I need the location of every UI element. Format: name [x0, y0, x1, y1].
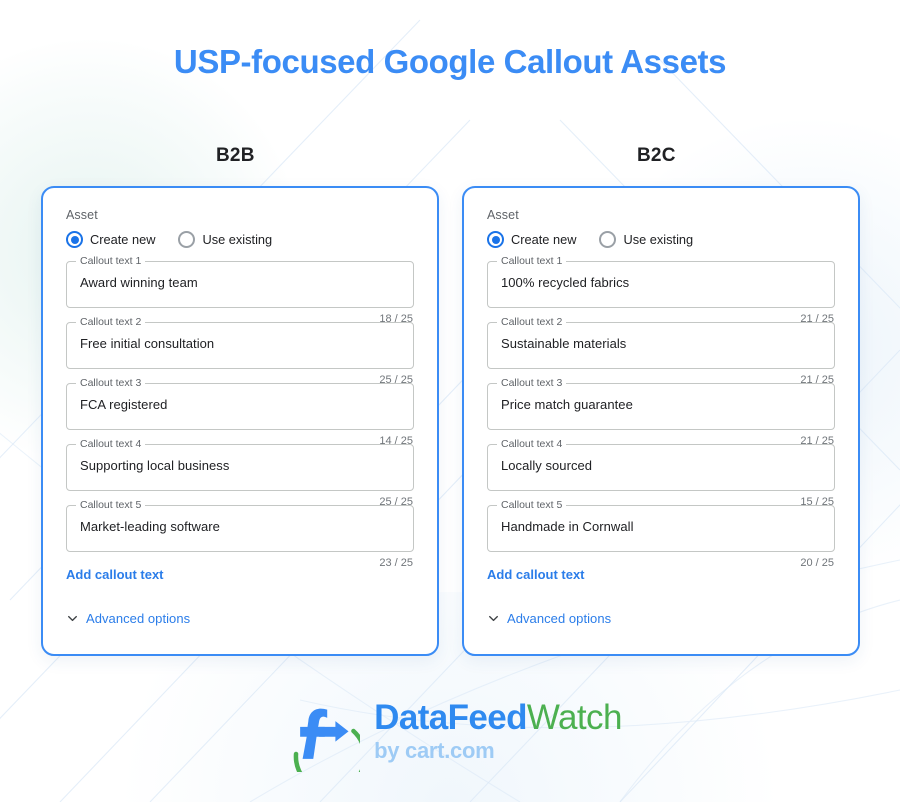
field-label: Callout text 1	[497, 255, 567, 268]
datafeedwatch-logo-icon	[293, 708, 361, 772]
radio-unselected-icon	[178, 231, 196, 248]
radio-create-new[interactable]: Create new	[66, 231, 155, 248]
callout-text-field-2[interactable]: Callout text 2 Free initial consultation	[66, 316, 414, 369]
field-label: Callout text 2	[76, 316, 146, 329]
page-root: USP-focused Google Callout Assets B2B B2…	[0, 0, 900, 802]
field-value: Sustainable materials	[501, 336, 627, 351]
advanced-options-toggle[interactable]: Advanced options	[66, 611, 190, 626]
logo-tagline: by cart.com	[374, 738, 495, 763]
callout-text-field-1[interactable]: Callout text 1 100% recycled fabrics	[487, 255, 835, 308]
chevron-down-icon	[68, 615, 77, 622]
logo-wordmark: DataFeedWatch by cart.com	[374, 700, 622, 762]
chevron-down-icon	[489, 615, 498, 622]
callout-asset-card-b2b: Asset Create new Use existing Callout te…	[41, 186, 439, 656]
add-callout-text-link[interactable]: Add callout text	[487, 567, 585, 582]
radio-selected-icon	[66, 231, 83, 248]
field-value: FCA registered	[80, 397, 168, 412]
field-value: 100% recycled fabrics	[501, 275, 630, 290]
radio-selected-icon	[487, 231, 504, 248]
page-title: USP-focused Google Callout Assets	[173, 43, 727, 80]
advanced-options-label: Advanced options	[86, 611, 191, 626]
field-value: Supporting local business	[80, 458, 230, 473]
radio-unselected-icon	[599, 231, 617, 248]
logo-words: DataFeedWatch	[374, 700, 622, 735]
callout-text-field-5[interactable]: Callout text 5 Market-leading software	[66, 499, 414, 552]
asset-source-radio-group: Create new Use existing	[66, 231, 414, 248]
field-value: Handmade in Cornwall	[501, 519, 634, 534]
field-label: Callout text 4	[497, 438, 567, 451]
add-callout-text-link[interactable]: Add callout text	[66, 567, 164, 582]
callout-text-field-3[interactable]: Callout text 3 Price match guarantee	[487, 377, 835, 430]
callout-text-field-4[interactable]: Callout text 4 Locally sourced	[487, 438, 835, 491]
character-counter-5: 23 / 25	[379, 557, 413, 569]
callout-text-field-1[interactable]: Callout text 1 Award winning team	[66, 255, 414, 308]
callout-asset-card-b2c: Asset Create new Use existing Callout te…	[462, 186, 860, 656]
asset-source-radio-group: Create new Use existing	[487, 231, 835, 248]
field-label: Callout text 5	[76, 499, 146, 512]
field-value: Price match guarantee	[501, 397, 633, 412]
field-label: Callout text 3	[76, 377, 146, 390]
radio-create-new[interactable]: Create new	[487, 231, 576, 248]
field-value: Market-leading software	[80, 519, 220, 534]
datafeedwatch-logo: DataFeedWatch by cart.com	[0, 690, 900, 772]
field-label: Callout text 3	[497, 377, 567, 390]
field-label: Callout text 5	[497, 499, 567, 512]
field-value: Locally sourced	[501, 458, 593, 473]
field-value: Award winning team	[80, 275, 198, 290]
callout-text-field-5[interactable]: Callout text 5 Handmade in Cornwall	[487, 499, 835, 552]
radio-use-existing-label: Use existing	[202, 232, 273, 247]
logo-word-secondary: Watch	[526, 698, 623, 737]
advanced-options-label: Advanced options	[507, 611, 612, 626]
callout-text-field-3[interactable]: Callout text 3 FCA registered	[66, 377, 414, 430]
field-label: Callout text 1	[76, 255, 146, 268]
field-label: Callout text 4	[76, 438, 146, 451]
radio-use-existing[interactable]: Use existing	[599, 231, 693, 248]
radio-use-existing-label: Use existing	[623, 232, 694, 247]
asset-label: Asset	[66, 208, 98, 222]
callout-text-field-4[interactable]: Callout text 4 Supporting local business	[66, 438, 414, 491]
field-label: Callout text 2	[497, 316, 567, 329]
column-heading-b2c: B2C	[637, 145, 676, 166]
column-heading-b2b: B2B	[216, 145, 255, 166]
character-counter-5: 20 / 25	[800, 557, 834, 569]
callout-text-field-2[interactable]: Callout text 2 Sustainable materials	[487, 316, 835, 369]
asset-label: Asset	[487, 208, 519, 222]
radio-create-new-label: Create new	[90, 232, 156, 247]
radio-use-existing[interactable]: Use existing	[178, 231, 272, 248]
radio-create-new-label: Create new	[511, 232, 577, 247]
field-value: Free initial consultation	[80, 336, 215, 351]
advanced-options-toggle[interactable]: Advanced options	[487, 611, 611, 626]
logo-word-primary: DataFeed	[374, 698, 527, 737]
